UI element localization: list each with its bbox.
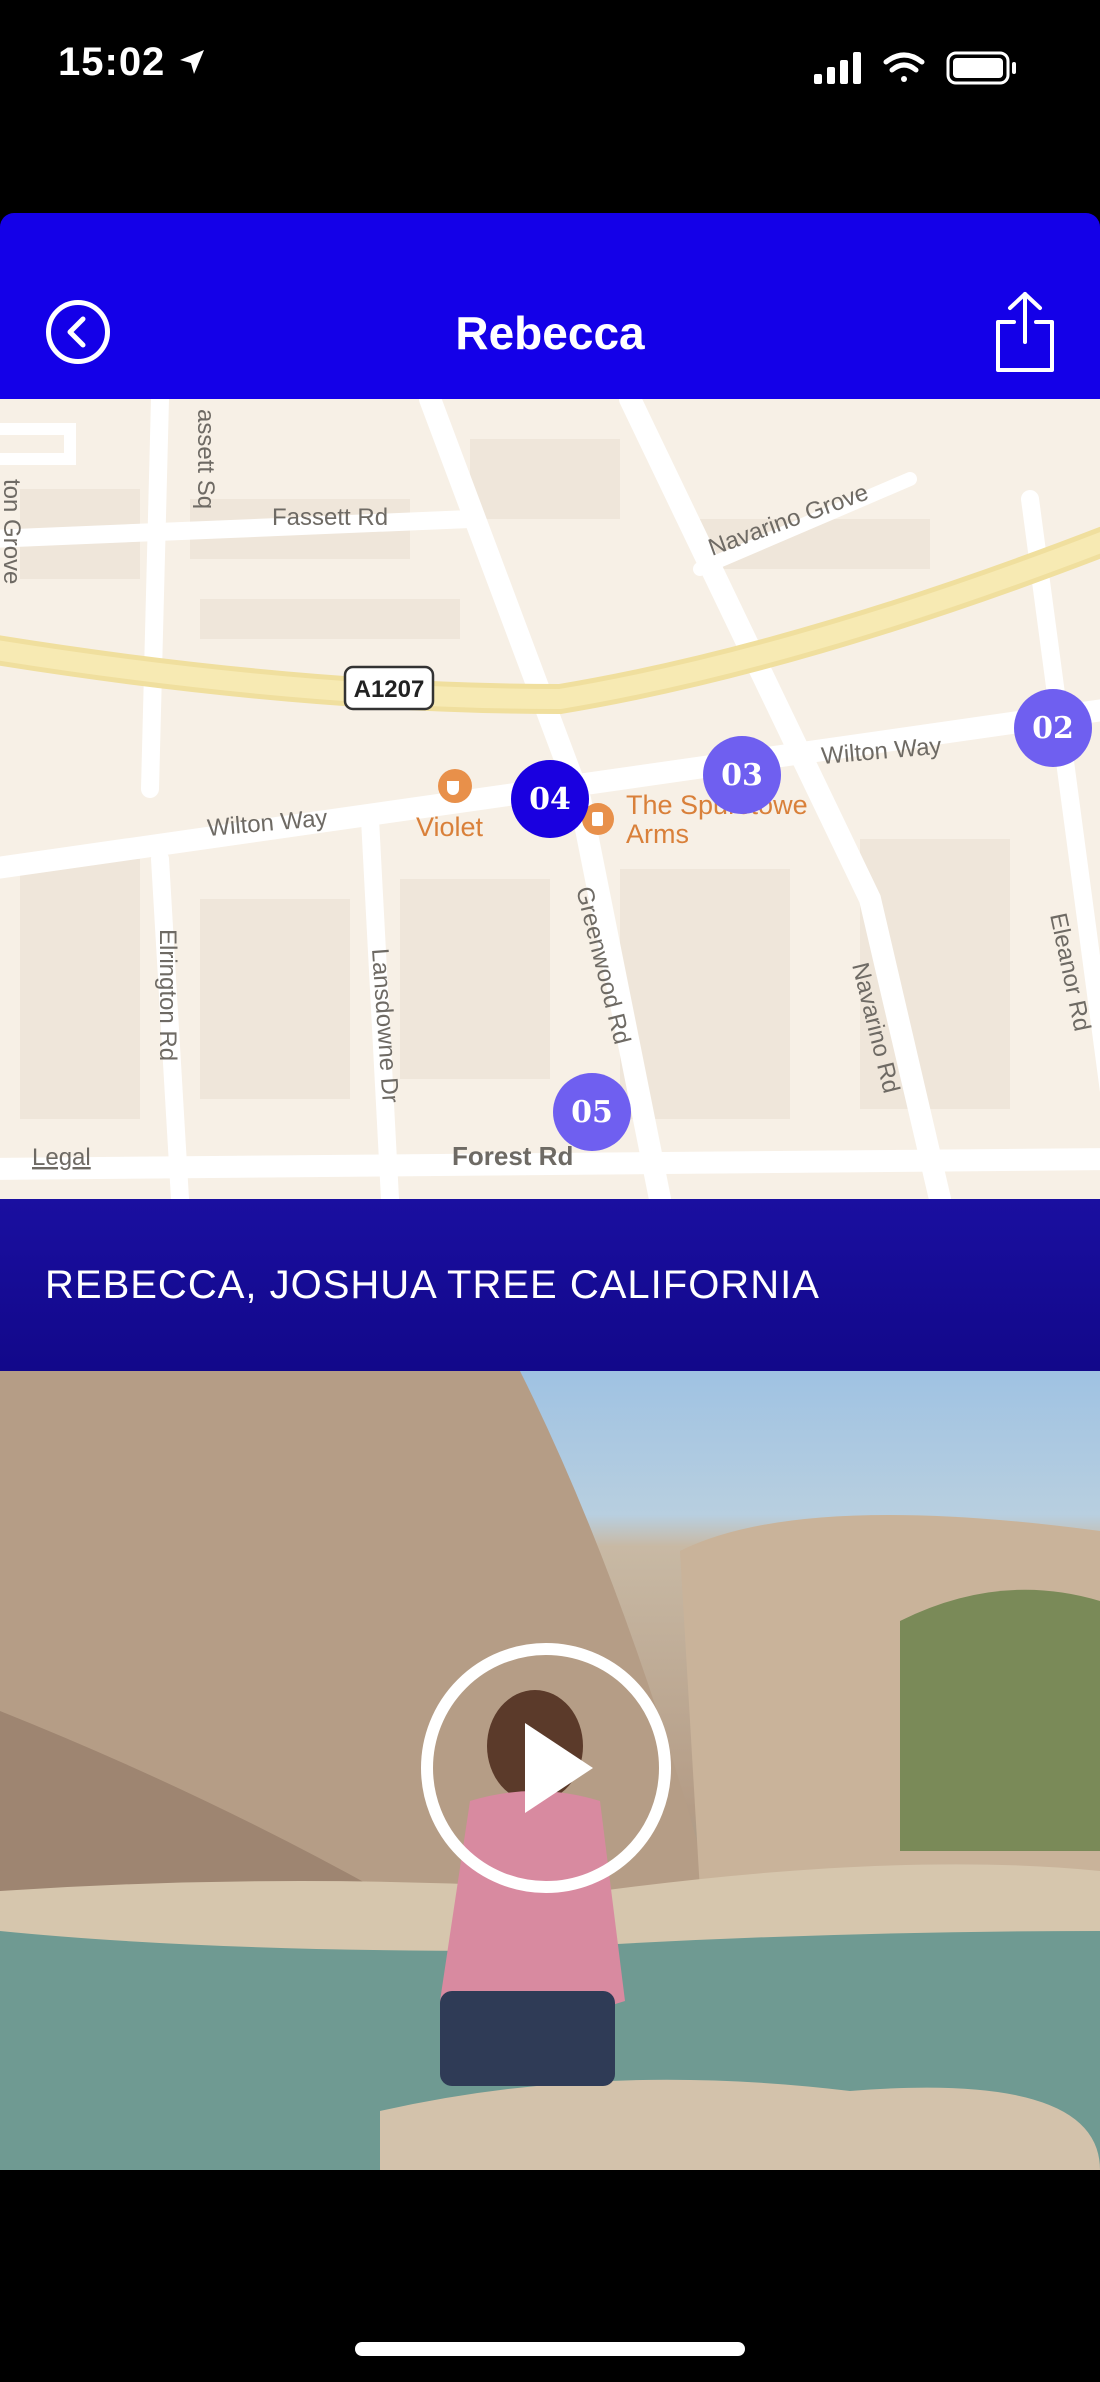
location-arrow-icon — [180, 50, 205, 74]
status-time: 15:02 — [58, 40, 207, 85]
home-indicator[interactable] — [355, 2342, 745, 2356]
signal-icon — [814, 52, 861, 84]
status-indicators — [814, 48, 1054, 88]
street-label: Fassett Rd — [272, 504, 388, 531]
battery-icon — [946, 51, 1016, 85]
map-view[interactable]: Fassett Rd assett Sq Navarino Grove Wilt… — [0, 399, 1100, 1199]
street-label: Forest Rd — [452, 1141, 573, 1171]
road-shield: A1207 — [343, 665, 435, 711]
page-title: Rebecca — [455, 307, 645, 359]
play-button[interactable] — [421, 1643, 671, 1893]
street-label: ton Grove — [0, 479, 25, 584]
map-pin-05[interactable]: 05 — [553, 1073, 631, 1151]
wifi-icon — [883, 52, 925, 82]
street-label: Elrington Rd — [154, 929, 181, 1061]
cafe-icon — [438, 769, 472, 803]
svg-text:A1207: A1207 — [354, 676, 425, 703]
play-icon — [525, 1723, 593, 1813]
map-pin-03[interactable]: 03 — [703, 736, 781, 814]
map-pin-04[interactable]: 04 — [511, 760, 589, 838]
status-time-text: 15:02 — [58, 40, 166, 84]
share-button[interactable] — [990, 290, 1060, 374]
legal-link[interactable]: Legal — [32, 1144, 91, 1171]
poi-label: Violet — [416, 812, 484, 842]
share-icon — [996, 292, 1054, 372]
poi-label: Arms — [626, 819, 689, 849]
story-caption: REBECCA, JOSHUA TREE CALIFORNIA — [45, 1263, 820, 1307]
map-pin-02[interactable]: 02 — [1014, 689, 1092, 767]
street-label: assett Sq — [192, 409, 219, 509]
